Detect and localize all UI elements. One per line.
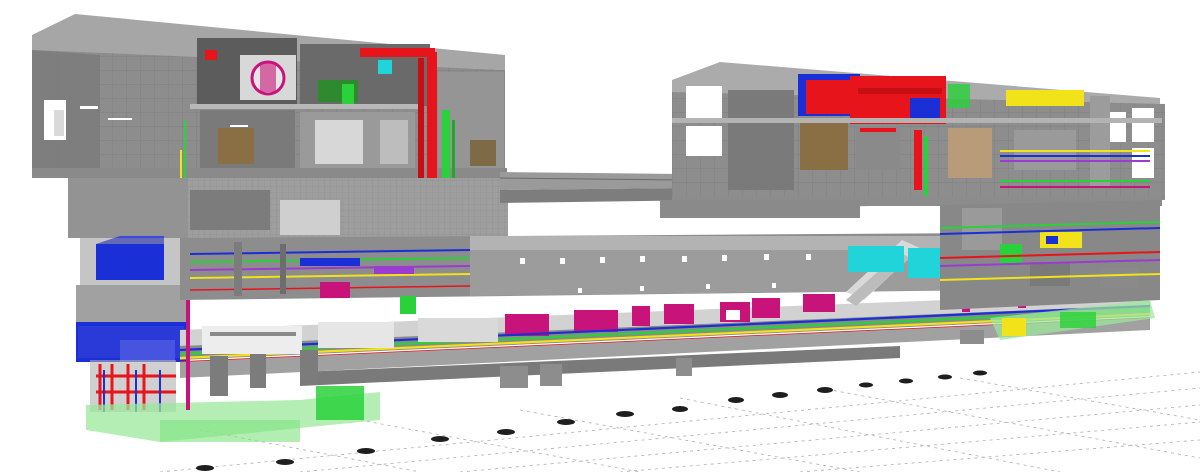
bim-section-model xyxy=(32,14,1200,472)
right-tower xyxy=(660,62,1165,218)
left-lower-zone xyxy=(68,178,508,442)
